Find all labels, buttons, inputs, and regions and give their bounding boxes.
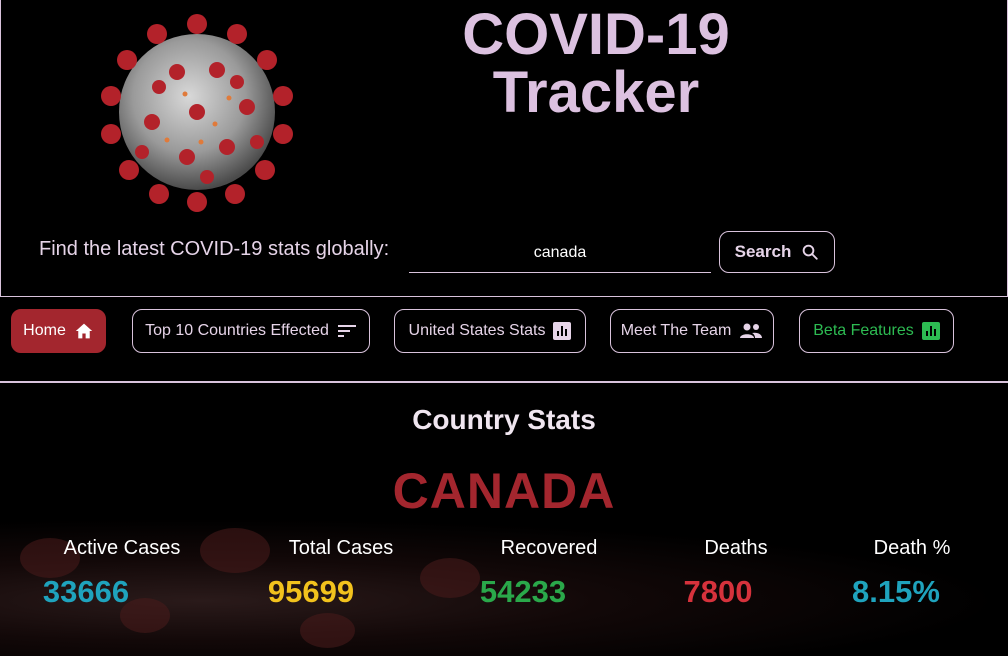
nav-beta-label: Beta Features [813,322,914,339]
bar-chart-icon [921,322,940,340]
nav-bar: Home Top 10 Countries Effected United St… [0,297,1008,383]
nav-beta-button[interactable]: Beta Features [799,309,954,353]
stat-value-death-pct: 8.15% [852,574,940,609]
sort-icon [337,325,356,337]
nav-us-stats-label: United States Stats [408,322,546,339]
stat-label-active: Active Cases [63,537,181,559]
people-icon [740,323,763,338]
nav-team-label: Meet The Team [620,322,732,339]
stat-label-death-pct: Death % [873,537,951,559]
stat-label-total: Total Cases [288,537,394,559]
search-button-label: Search [734,242,792,261]
search-input[interactable] [409,234,711,273]
nav-team-button[interactable]: Meet The Team [610,309,774,353]
stat-value-active: 33666 [42,574,130,609]
page-title: COVID-19 Tracker [401,6,791,122]
nav-home-button[interactable]: Home [11,309,106,353]
stat-value-recovered: 54233 [479,574,567,609]
country-name: CANADA [392,463,616,519]
stat-label-deaths: Deaths [704,537,768,559]
stat-value-deaths: 7800 [683,574,753,609]
header: COVID-19 Tracker Find the latest COVID-1… [0,0,1008,297]
section-title: Country Stats [412,404,596,435]
search-button[interactable]: Search [719,231,835,273]
home-icon [75,323,93,339]
coronavirus-image [101,14,293,212]
search-icon [803,244,819,260]
nav-us-stats-button[interactable]: United States Stats [394,309,586,353]
nav-top10-label: Top 10 Countries Effected [145,322,329,339]
search-label: Find the latest COVID-19 stats globally: [39,238,390,260]
title-line-1: COVID-19 [462,2,730,67]
stat-label-recovered: Recovered [500,537,598,559]
nav-top10-button[interactable]: Top 10 Countries Effected [132,309,370,353]
nav-home-label: Home [23,322,66,339]
stat-value-total: 95699 [267,574,355,609]
title-line-2: Tracker [492,60,700,125]
bar-chart-icon [553,322,572,340]
